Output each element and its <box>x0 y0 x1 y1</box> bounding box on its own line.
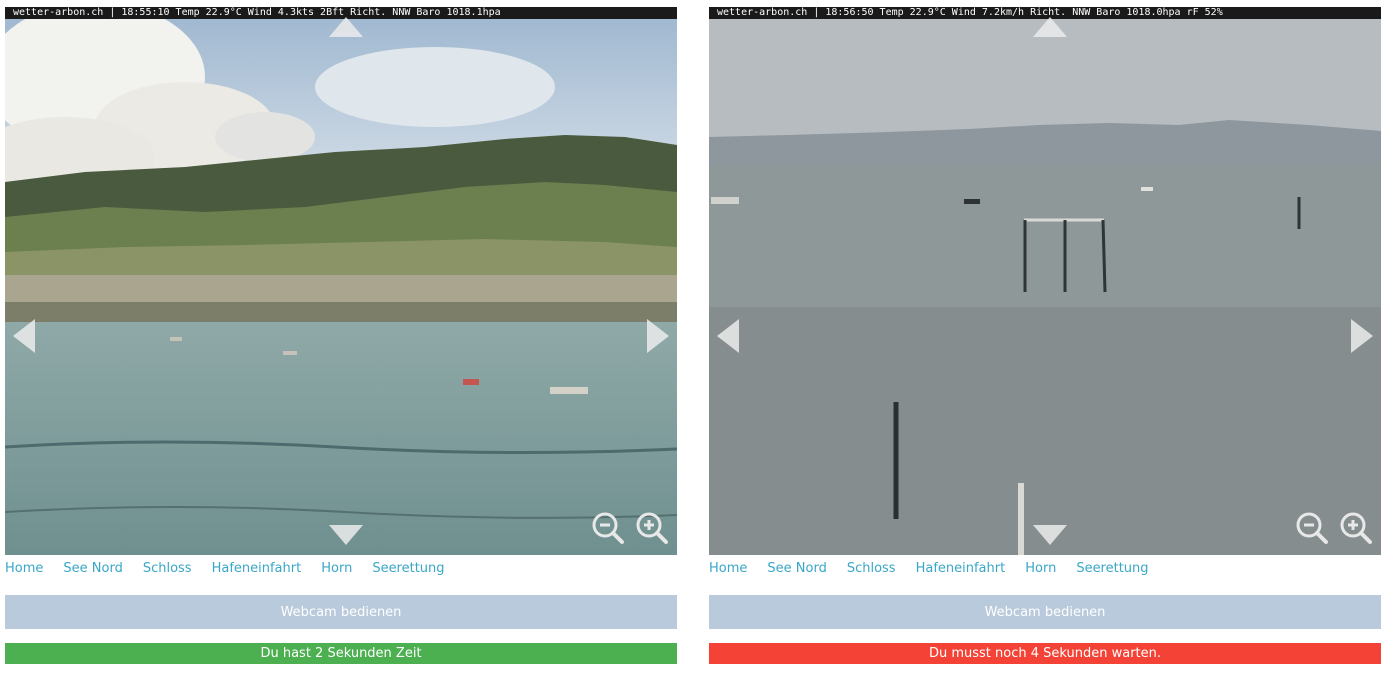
arrow-down-icon[interactable] <box>329 525 363 545</box>
camera-nav: Home See Nord Schloss Hafeneinfahrt Horn… <box>709 555 1381 581</box>
webcam-panel-left: wetter-arbon.ch | 18:55:10 Temp 22.9°C W… <box>5 0 677 664</box>
nav-link-horn[interactable]: Horn <box>1025 561 1056 576</box>
zoom-out-icon[interactable] <box>591 511 625 545</box>
nav-link-see-nord[interactable]: See Nord <box>767 561 826 576</box>
webcam-scene <box>709 7 1381 555</box>
arrow-left-icon[interactable] <box>717 319 739 353</box>
arrow-up-icon[interactable] <box>329 17 363 37</box>
webcam-image: wetter-arbon.ch | 18:55:10 Temp 22.9°C W… <box>5 7 677 555</box>
nav-link-schloss[interactable]: Schloss <box>143 561 192 576</box>
nav-link-hafeneinfahrt[interactable]: Hafeneinfahrt <box>916 561 1006 576</box>
status-bar: Du hast 2 Sekunden Zeit <box>5 643 677 664</box>
nav-link-home[interactable]: Home <box>709 561 747 576</box>
zoom-in-icon[interactable] <box>635 511 669 545</box>
webcam-image: wetter-arbon.ch | 18:56:50 Temp 22.9°C W… <box>709 7 1381 555</box>
status-bar: Du musst noch 4 Sekunden warten. <box>709 643 1381 664</box>
webcam-panel-right: wetter-arbon.ch | 18:56:50 Temp 22.9°C W… <box>709 0 1381 664</box>
arrow-left-icon[interactable] <box>13 319 35 353</box>
nav-link-schloss[interactable]: Schloss <box>847 561 896 576</box>
nav-link-seerettung[interactable]: Seerettung <box>1076 561 1148 576</box>
nav-link-home[interactable]: Home <box>5 561 43 576</box>
nav-link-hafeneinfahrt[interactable]: Hafeneinfahrt <box>212 561 302 576</box>
arrow-down-icon[interactable] <box>1033 525 1067 545</box>
arrow-right-icon[interactable] <box>647 319 669 353</box>
webcam-control-button[interactable]: Webcam bedienen <box>5 595 677 629</box>
zoom-out-icon[interactable] <box>1295 511 1329 545</box>
nav-link-see-nord[interactable]: See Nord <box>63 561 122 576</box>
webcam-control-button[interactable]: Webcam bedienen <box>709 595 1381 629</box>
arrow-right-icon[interactable] <box>1351 319 1373 353</box>
arrow-up-icon[interactable] <box>1033 17 1067 37</box>
camera-nav: Home See Nord Schloss Hafeneinfahrt Horn… <box>5 555 677 581</box>
nav-link-horn[interactable]: Horn <box>321 561 352 576</box>
webcam-scene <box>5 7 677 555</box>
zoom-in-icon[interactable] <box>1339 511 1373 545</box>
nav-link-seerettung[interactable]: Seerettung <box>372 561 444 576</box>
